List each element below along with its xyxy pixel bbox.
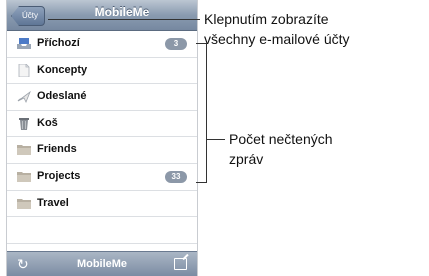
callout-line-unread — [206, 139, 225, 140]
nav-title: MobileMe — [94, 5, 150, 19]
empty-row — [7, 217, 197, 244]
compose-icon[interactable] — [174, 258, 187, 270]
callout-text-line: Klepnutím zobrazíte — [204, 11, 329, 27]
folder-icon — [17, 198, 31, 209]
accounts-back-button[interactable]: Účty — [11, 6, 45, 26]
sent-icon — [17, 91, 31, 104]
mailbox-row-travel[interactable]: Travel — [7, 190, 197, 218]
drafts-icon — [18, 63, 30, 77]
folder-icon — [17, 145, 31, 156]
mailbox-row-friends[interactable]: Friends — [7, 137, 197, 164]
folder-icon — [17, 171, 31, 182]
bracket-bottom — [196, 182, 207, 183]
refresh-icon[interactable]: ↻ — [17, 255, 29, 273]
mailbox-row-drafts[interactable]: Koncepty — [7, 57, 197, 85]
mailbox-label: Friends — [37, 143, 77, 156]
bottom-toolbar: ↻ MobileMe — [7, 251, 197, 276]
inbox-icon — [17, 38, 31, 49]
mailbox-label: Odeslané — [37, 90, 87, 103]
mailbox-row-projects[interactable]: Projects 33 — [7, 163, 197, 191]
mailbox-label: Koš — [37, 116, 58, 129]
callout-accounts: Klepnutím zobrazíte všechny e-mailové úč… — [204, 9, 350, 49]
mailbox-label: Příchozí — [37, 37, 80, 49]
navigation-bar: Účty MobileMe — [7, 0, 197, 31]
unread-count-badge: 3 — [165, 38, 187, 50]
iphone-mail-screen: Účty MobileMe Příchozí 3 Koncepty Odesla… — [6, 0, 198, 276]
callout-line-accounts — [48, 19, 200, 20]
unread-count-badge: 33 — [165, 170, 187, 183]
mailbox-list: Příchozí 3 Koncepty Odeslané Koš Friends… — [7, 31, 197, 271]
trash-icon — [19, 117, 29, 130]
mailbox-row-sent[interactable]: Odeslané — [7, 84, 197, 111]
mailbox-label: Projects — [37, 169, 81, 182]
mailbox-row-trash[interactable]: Koš — [7, 110, 197, 138]
bracket-vertical — [206, 43, 207, 183]
callout-text-line: Počet nečtených — [229, 131, 333, 147]
mailbox-label: Koncepty — [37, 63, 88, 76]
mailbox-row-inbox[interactable]: Příchozí 3 — [7, 31, 197, 58]
callout-text-line: všechny e-mailové účty — [204, 31, 350, 47]
callout-unread: Počet nečtených zpráv — [229, 129, 333, 169]
toolbar-title: MobileMe — [76, 258, 128, 270]
mailbox-label: Travel — [37, 196, 69, 209]
callout-text-line: zpráv — [229, 151, 264, 167]
